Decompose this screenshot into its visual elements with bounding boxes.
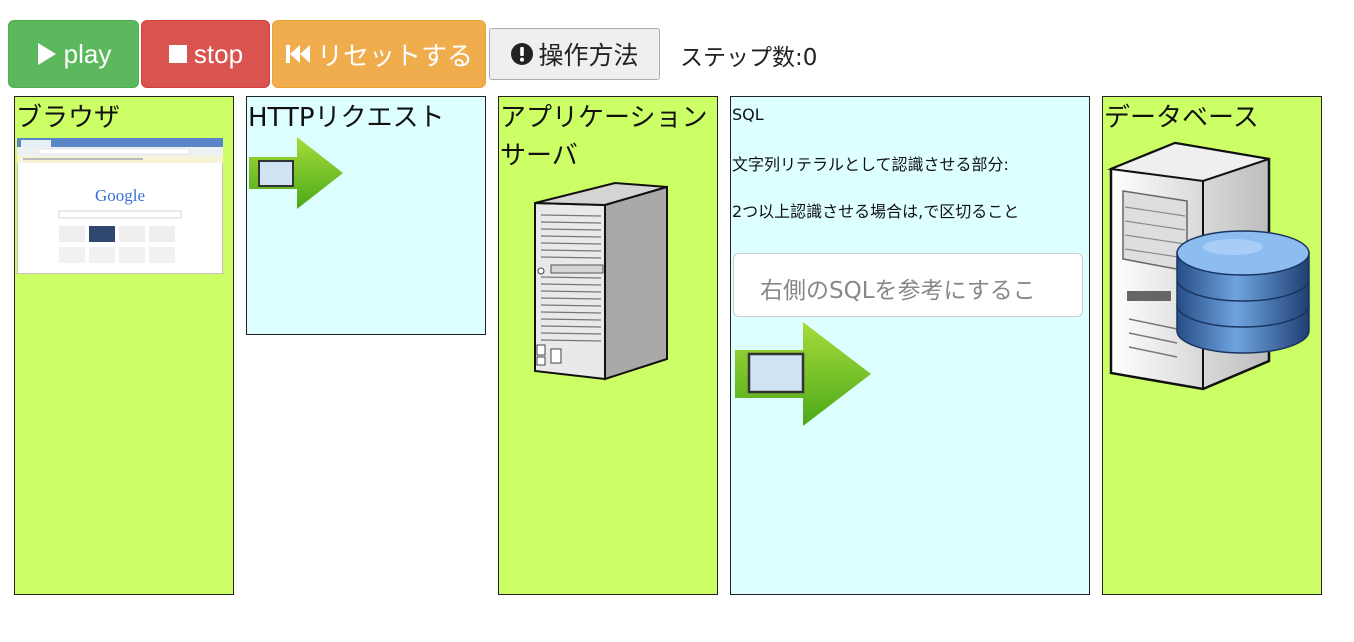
google-logo: Google	[95, 186, 145, 205]
browser-panel: ブラウザ Google	[14, 96, 234, 595]
application-server-panel: アプリケーション サーバ	[498, 96, 718, 595]
sql-instruction-line2: 2つ以上認識させる場合は,で区切ること	[732, 202, 1020, 221]
play-button[interactable]: play	[8, 20, 139, 88]
application-server-title-line1: アプリケーション	[500, 103, 708, 133]
stop-icon	[168, 45, 187, 63]
reset-button[interactable]: リセットする	[272, 20, 486, 88]
reset-label: リセットする	[316, 40, 473, 71]
play-label: play	[63, 38, 112, 69]
stop-label: stop	[193, 38, 244, 69]
sql-panel: SQL 文字列リテラルとして認識させる部分: 2つ以上認識させる場合は,で区切る…	[730, 96, 1090, 595]
exclamation-circle-icon	[511, 43, 534, 65]
request-arrow-icon	[249, 137, 343, 209]
step-count: 0	[802, 45, 818, 71]
application-server-title-line2: サーバ	[500, 141, 578, 171]
database-panel: データベース	[1102, 96, 1322, 595]
stop-button[interactable]: stop	[141, 20, 270, 88]
sql-heading: SQL	[732, 105, 764, 124]
play-icon	[37, 43, 56, 65]
application-server-panel-title: アプリケーション サーバ	[500, 99, 707, 175]
help-label: 操作方法	[538, 41, 639, 70]
http-request-panel: HTTPリクエスト	[246, 96, 486, 335]
step-counter: ステップ数:0	[680, 38, 817, 72]
browser-screenshot: Google	[17, 138, 223, 274]
step-separator: :	[795, 45, 803, 71]
help-button[interactable]: 操作方法	[489, 28, 660, 80]
browser-panel-title: ブラウザ	[16, 103, 121, 133]
fast-backward-icon	[285, 45, 310, 63]
sql-literal-input[interactable]: 右側のSQLを参考にするこ	[733, 253, 1083, 317]
step-label: ステップ数	[680, 45, 795, 71]
database-panel-title: データベース	[1104, 103, 1259, 133]
database-server-icon	[1107, 141, 1310, 391]
http-request-panel-title: HTTPリクエスト	[248, 103, 445, 133]
sql-arrow-icon	[735, 322, 871, 426]
sql-instruction-line1: 文字列リテラルとして認識させる部分:	[732, 155, 1009, 174]
server-tower-icon	[534, 181, 668, 381]
